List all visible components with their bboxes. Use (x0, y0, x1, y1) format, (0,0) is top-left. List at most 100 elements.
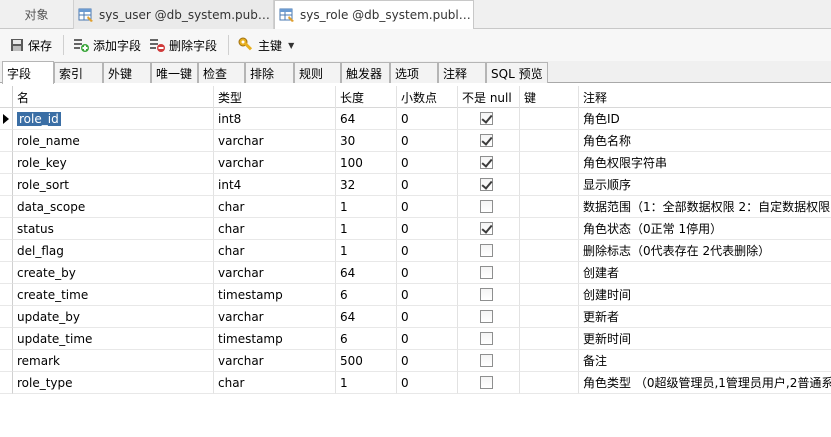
field-key-cell[interactable] (520, 196, 579, 218)
field-key-cell[interactable] (520, 130, 579, 152)
not-null-cell[interactable] (458, 174, 520, 196)
field-name-cell[interactable]: status (13, 218, 214, 240)
field-type-cell[interactable]: timestamp (214, 328, 336, 350)
add-field-button[interactable]: 添加字段 (70, 33, 144, 57)
field-type-cell[interactable]: varchar (214, 350, 336, 372)
field-length-cell[interactable]: 500 (336, 350, 397, 372)
field-decimals-cell[interactable]: 0 (397, 108, 458, 130)
field-comment-cell[interactable]: 显示顺序 (579, 174, 831, 196)
chevron-down-icon[interactable]: ▼ (288, 41, 294, 50)
tab-fields[interactable]: 字段 (2, 61, 54, 84)
field-name-cell[interactable]: remark (13, 350, 214, 372)
delete-field-button[interactable]: 删除字段 (146, 33, 220, 57)
field-key-cell[interactable] (520, 218, 579, 240)
field-name-cell[interactable]: update_by (13, 306, 214, 328)
field-decimals-cell[interactable]: 0 (397, 284, 458, 306)
tab-excludes[interactable]: 排除 (245, 62, 294, 83)
field-comment-cell[interactable]: 更新者 (579, 306, 831, 328)
field-length-cell[interactable]: 1 (336, 218, 397, 240)
field-name-cell[interactable]: create_time (13, 284, 214, 306)
field-type-cell[interactable]: varchar (214, 306, 336, 328)
field-type-cell[interactable]: varchar (214, 262, 336, 284)
field-decimals-cell[interactable]: 0 (397, 218, 458, 240)
not-null-checkbox[interactable] (480, 244, 493, 257)
field-type-cell[interactable]: varchar (214, 152, 336, 174)
field-comment-cell[interactable]: 数据范围（1：全部数据权限 2：自定数据权限 (579, 196, 831, 218)
field-key-cell[interactable] (520, 306, 579, 328)
table-row[interactable]: del_flag char 1 0 删除标志（0代表存在 2代表删除） (0, 240, 831, 262)
not-null-checkbox[interactable] (480, 222, 493, 235)
not-null-checkbox[interactable] (480, 156, 493, 169)
field-comment-cell[interactable]: 删除标志（0代表存在 2代表删除） (579, 240, 831, 262)
row-indicator[interactable] (0, 196, 13, 218)
tab-comments[interactable]: 注释 (438, 62, 486, 83)
field-name-cell[interactable]: data_scope (13, 196, 214, 218)
not-null-checkbox[interactable] (480, 376, 493, 389)
row-indicator[interactable] (0, 218, 13, 240)
field-length-cell[interactable]: 1 (336, 196, 397, 218)
not-null-checkbox[interactable] (480, 200, 493, 213)
field-decimals-cell[interactable]: 0 (397, 196, 458, 218)
table-row[interactable]: update_by varchar 64 0 更新者 (0, 306, 831, 328)
tab-options[interactable]: 选项 (390, 62, 438, 83)
not-null-cell[interactable] (458, 328, 520, 350)
field-comment-cell[interactable]: 角色名称 (579, 130, 831, 152)
field-key-cell[interactable] (520, 174, 579, 196)
row-indicator[interactable] (0, 284, 13, 306)
not-null-checkbox[interactable] (480, 332, 493, 345)
field-length-cell[interactable]: 100 (336, 152, 397, 174)
field-comment-cell[interactable]: 角色权限字符串 (579, 152, 831, 174)
tab-sql-preview[interactable]: SQL 预览 (486, 62, 548, 83)
not-null-cell[interactable] (458, 350, 520, 372)
field-type-cell[interactable]: varchar (214, 130, 336, 152)
field-type-cell[interactable]: int4 (214, 174, 336, 196)
not-null-cell[interactable] (458, 262, 520, 284)
table-row[interactable]: role_id int8 64 0 角色ID (0, 108, 831, 130)
field-comment-cell[interactable]: 创建时间 (579, 284, 831, 306)
table-row[interactable]: role_key varchar 100 0 角色权限字符串 (0, 152, 831, 174)
not-null-checkbox[interactable] (480, 266, 493, 279)
field-key-cell[interactable] (520, 372, 579, 394)
field-decimals-cell[interactable]: 0 (397, 350, 458, 372)
field-comment-cell[interactable]: 更新时间 (579, 328, 831, 350)
field-name-cell[interactable]: role_type (13, 372, 214, 394)
tab-rules[interactable]: 规则 (294, 62, 341, 83)
field-key-cell[interactable] (520, 328, 579, 350)
field-decimals-cell[interactable]: 0 (397, 240, 458, 262)
field-key-cell[interactable] (520, 262, 579, 284)
row-indicator[interactable] (0, 306, 13, 328)
table-row[interactable]: role_type char 1 0 角色类型 （0超级管理员,1管理员用户,2普通系 (0, 372, 831, 394)
field-name-cell[interactable]: role_id (13, 108, 214, 130)
field-key-cell[interactable] (520, 350, 579, 372)
not-null-checkbox[interactable] (480, 310, 493, 323)
field-length-cell[interactable]: 30 (336, 130, 397, 152)
field-comment-cell[interactable]: 角色ID (579, 108, 831, 130)
row-indicator[interactable] (0, 130, 13, 152)
row-indicator[interactable] (0, 174, 13, 196)
not-null-cell[interactable] (458, 372, 520, 394)
field-length-cell[interactable]: 64 (336, 306, 397, 328)
field-length-cell[interactable]: 6 (336, 284, 397, 306)
table-row[interactable]: status char 1 0 角色状态（0正常 1停用） (0, 218, 831, 240)
field-key-cell[interactable] (520, 108, 579, 130)
field-decimals-cell[interactable]: 0 (397, 152, 458, 174)
table-row[interactable]: role_sort int4 32 0 显示顺序 (0, 174, 831, 196)
field-key-cell[interactable] (520, 152, 579, 174)
field-comment-cell[interactable]: 创建者 (579, 262, 831, 284)
field-comment-cell[interactable]: 备注 (579, 350, 831, 372)
not-null-cell[interactable] (458, 306, 520, 328)
objects-tab[interactable]: 对象 (0, 0, 74, 29)
not-null-cell[interactable] (458, 218, 520, 240)
field-type-cell[interactable]: int8 (214, 108, 336, 130)
field-name-cell[interactable]: create_by (13, 262, 214, 284)
save-button[interactable]: 保存 (7, 33, 55, 57)
field-decimals-cell[interactable]: 0 (397, 306, 458, 328)
not-null-checkbox[interactable] (480, 112, 493, 125)
field-decimals-cell[interactable]: 0 (397, 130, 458, 152)
not-null-checkbox[interactable] (480, 288, 493, 301)
column-header-not-null[interactable]: 不是 null (458, 86, 520, 108)
not-null-checkbox[interactable] (480, 354, 493, 367)
not-null-checkbox[interactable] (480, 178, 493, 191)
field-length-cell[interactable]: 1 (336, 372, 397, 394)
row-indicator[interactable] (0, 372, 13, 394)
